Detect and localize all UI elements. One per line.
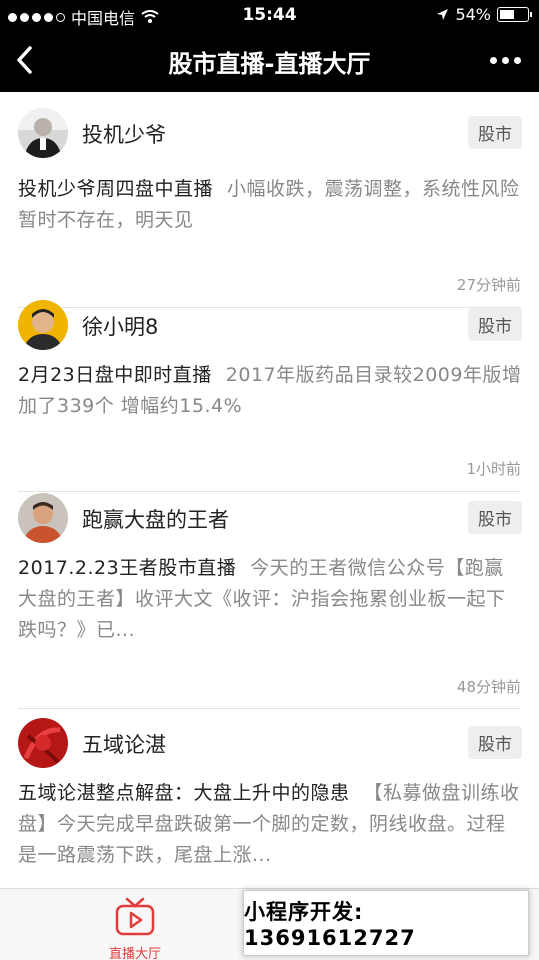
avatar[interactable] xyxy=(18,493,68,543)
promo-banner: 小程序开发: 13691612727 xyxy=(243,890,529,956)
category-tag: 股市 xyxy=(468,116,522,149)
author-name[interactable]: 跑赢大盘的王者 xyxy=(82,504,229,534)
divider xyxy=(18,491,521,492)
tab-live-label: 直播大厅 xyxy=(108,947,161,960)
location-arrow-icon xyxy=(437,9,449,20)
post-header: 跑赢大盘的王者 股市 xyxy=(18,493,522,543)
post-time: 1小时前 xyxy=(466,460,521,478)
post-content[interactable]: 2月23日盘中即时直播 2017年版药品目录较2009年版增加了339个 增幅约1… xyxy=(18,360,522,422)
category-tag: 股市 xyxy=(468,501,522,534)
post-header: 徐小明8 股市 xyxy=(18,300,522,350)
battery-icon xyxy=(497,7,532,22)
post-content[interactable]: 五域论湛整点解盘：大盘上升中的隐患 【私募做盘训练收盘】今天完成早盘跌破第一个脚的… xyxy=(18,778,522,871)
avatar[interactable] xyxy=(18,108,68,158)
tab-live-hall[interactable]: 直播大厅 xyxy=(100,897,170,960)
promo-text: 小程序开发: 13691612727 xyxy=(244,900,416,950)
post-title: 2017.2.23王者股市直播 xyxy=(18,557,237,579)
more-dots-icon[interactable] xyxy=(490,57,521,64)
post-title: 投机少爷周四盘中直播 xyxy=(18,178,214,200)
status-right: 54% xyxy=(436,5,532,24)
battery-fill xyxy=(500,10,515,19)
post-content[interactable]: 投机少爷周四盘中直播 小幅收跌，震荡调整，系统性风险暂时不存在，明天见 xyxy=(18,174,522,236)
status-bar: 中国电信 15:44 54% xyxy=(0,0,539,30)
avatar[interactable] xyxy=(18,718,68,768)
page-title: 股市直播-直播大厅 xyxy=(168,50,371,78)
post-header: 投机少爷 股市 xyxy=(18,108,522,158)
author-name[interactable]: 投机少爷 xyxy=(82,119,166,149)
divider xyxy=(18,708,521,709)
post-time: 27分钟前 xyxy=(456,276,521,294)
tv-play-icon xyxy=(115,897,155,936)
post-header: 五域论湛 股市 xyxy=(18,718,522,768)
post-title: 五域论湛整点解盘：大盘上升中的隐患 xyxy=(18,782,350,804)
category-tag: 股市 xyxy=(468,726,522,759)
post-time: 48分钟前 xyxy=(456,678,521,696)
nav-bar: 股市直播-直播大厅 xyxy=(0,30,539,92)
post-title: 2月23日盘中即时直播 xyxy=(18,364,212,386)
battery-percent: 54% xyxy=(455,5,491,24)
avatar[interactable] xyxy=(18,300,68,350)
author-name[interactable]: 五域论湛 xyxy=(82,729,166,759)
post-content[interactable]: 2017.2.23王者股市直播 今天的王者微信公众号【跑赢大盘的王者】收评大文《收… xyxy=(18,553,522,646)
category-tag: 股市 xyxy=(468,308,522,341)
author-name[interactable]: 徐小明8 xyxy=(82,311,158,341)
